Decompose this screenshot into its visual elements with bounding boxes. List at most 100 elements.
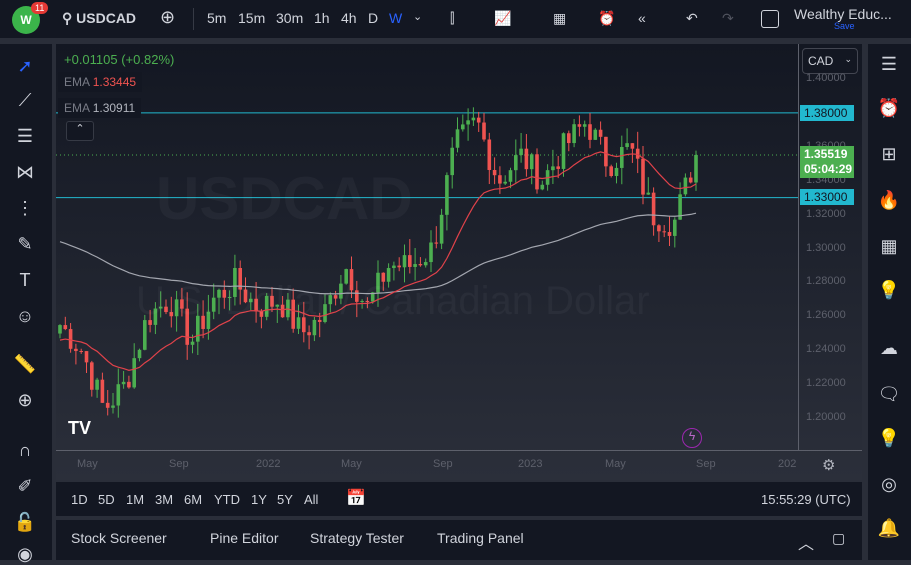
lock-drawings-icon[interactable]: ✐ [10,476,40,497]
interval-5m[interactable]: 5m [207,10,226,26]
zoom-in-icon[interactable]: ⊕ [10,390,40,411]
range-1m[interactable]: 1M [126,492,144,507]
collapse-panel-icon[interactable]: ︿ [798,530,814,554]
price-chart[interactable] [56,44,862,480]
candles-icon[interactable]: ⫿ [450,10,454,27]
range-3m[interactable]: 3M [155,492,173,507]
ema-fast-legend[interactable]: EMA 1.33445 [58,72,143,92]
candle-body [408,255,412,267]
symbol-search[interactable]: ⚲ USDCAD [62,10,136,27]
lock-icon[interactable]: 🔓 [10,512,40,533]
time-tick: Sep [696,458,716,470]
collapse-legend-button[interactable]: ⌃ [66,121,94,141]
fullscreen-icon[interactable] [761,10,779,28]
streams-icon[interactable]: 💡 [874,428,904,449]
add-symbol-icon[interactable]: ⊕ [160,7,175,28]
candle-body [79,351,83,353]
trend-line-icon[interactable]: ⟋ [10,90,40,111]
interval-4h[interactable]: 4h [341,10,357,26]
tab-strategy-tester[interactable]: Strategy Tester [310,530,404,546]
watchlist-icon[interactable]: ☰ [874,54,904,75]
magnet-icon[interactable]: ∩ [10,440,40,461]
forecast-icon[interactable]: ⋮ [10,198,40,219]
pattern-icon[interactable]: ⋈ [10,162,40,183]
candle-body [95,379,99,390]
chart-pane[interactable]: USDCAD U.S. Dollar / Canadian Dollar +0.… [56,44,862,480]
interval-1h[interactable]: 1h [314,10,330,26]
tab-stock-screener[interactable]: Stock Screener [71,530,167,546]
calendar-icon[interactable]: ▦ [874,236,904,257]
replay-icon[interactable]: « [638,10,646,26]
currency-value: CAD [808,54,834,68]
candle-body [450,147,454,176]
candle-body [635,148,640,159]
candle-body [63,325,68,330]
fib-icon[interactable]: ☰ [10,126,40,147]
candle-body [445,175,449,215]
hotlist-icon[interactable]: 🔥 [874,190,904,211]
settings-icon[interactable]: ⚙ [822,456,835,474]
eye-icon[interactable]: ◉ [10,544,40,565]
ideas-icon[interactable]: 💡 [874,280,904,301]
candle-body [593,129,598,140]
alarm-clock-icon[interactable]: ⏰ [874,98,904,119]
range-all[interactable]: All [304,492,318,507]
maximize-panel-icon[interactable]: ▢ [832,530,845,547]
layout-name[interactable]: Wealthy Educ... [794,6,892,22]
candle-body [111,405,115,408]
candle-body [74,348,78,352]
save-button[interactable]: Save [834,21,855,31]
candle-body [667,232,672,236]
candle-body [657,225,661,232]
price-tick: 1.20000 [806,411,846,423]
interval-w[interactable]: W [389,10,402,26]
redo-icon[interactable]: ↷ [722,10,734,27]
interval-d[interactable]: D [368,10,378,26]
candle-body [561,133,566,169]
right-sidebar: ☰ ⏰ ⊞ 🔥 ▦ 💡 ☁ 🗨 💡 ◎ 🔔 [868,44,911,560]
ruler-icon[interactable]: 📏 [10,354,40,375]
range-1y[interactable]: 1Y [251,492,267,507]
undo-icon[interactable]: ↶ [686,10,698,27]
layouts-icon[interactable]: ▦ [553,10,566,27]
candle-body [429,242,433,263]
range-ytd[interactable]: YTD [214,492,240,507]
chat-cloud-icon[interactable]: ☁ [874,338,904,359]
chat-icon[interactable]: 🗨 [874,384,904,405]
candle-body [84,351,89,363]
emoji-icon[interactable]: ☺ [10,306,40,327]
add-list-icon[interactable]: ⊞ [874,144,904,165]
range-6m[interactable]: 6M [184,492,202,507]
candle-body [439,214,444,244]
range-1d[interactable]: 1D [71,492,88,507]
tab-pine-editor[interactable]: Pine Editor [210,530,278,546]
text-icon[interactable]: T [10,270,40,291]
range-5y[interactable]: 5Y [277,492,293,507]
date-range-icon[interactable]: 📅 [346,488,366,508]
notifications-icon[interactable]: 🔔 [874,518,904,539]
bar-countdown: 05:04:29 [804,162,853,176]
ema-slow-legend[interactable]: EMA 1.30911 [58,98,142,118]
candle-body [471,117,476,121]
currency-select[interactable]: CAD ⌄ [802,48,858,74]
ema-value: 1.33445 [92,75,137,89]
candle-body [58,325,62,334]
price-tick: 1.24000 [806,343,846,356]
interval-15m[interactable]: 15m [238,10,265,26]
interval-30m[interactable]: 30m [276,10,303,26]
candle-body [519,148,523,156]
time-tick: May [605,458,626,470]
lightning-icon[interactable]: ϟ [682,428,702,448]
range-5d[interactable]: 5D [98,492,115,507]
clock[interactable]: 15:55:29 (UTC) [761,492,851,507]
alert-icon[interactable]: ⏰ [598,10,615,27]
candle-body [508,170,513,182]
cursor-icon[interactable]: ➚ [10,56,40,77]
tab-trading-panel[interactable]: Trading Panel [437,530,524,546]
candle-body [503,181,507,184]
chevron-down-icon[interactable]: ⌄ [413,10,422,23]
brush-icon[interactable]: ✎ [10,234,40,255]
broadcast-icon[interactable]: ◎ [874,474,904,495]
indicators-icon[interactable]: 📈 [494,10,511,27]
candle-body [577,124,582,127]
